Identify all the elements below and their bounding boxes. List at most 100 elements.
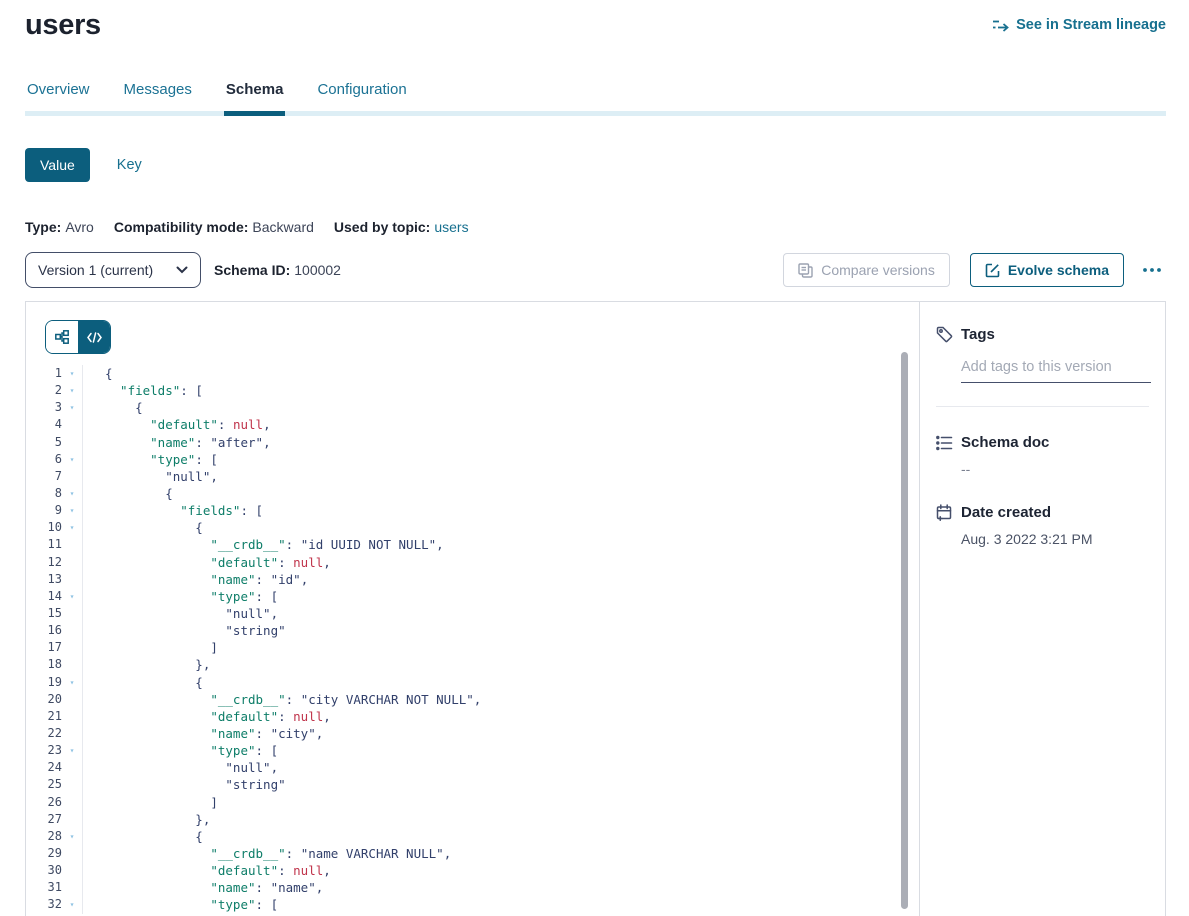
line-number: 13: [26, 571, 62, 588]
line-number: 23: [26, 742, 62, 759]
code-text: "null",: [83, 468, 218, 485]
fold-toggle-icon[interactable]: ▾: [62, 519, 82, 536]
more-options-button[interactable]: [1138, 263, 1166, 277]
compare-versions-button[interactable]: Compare versions: [783, 253, 950, 287]
topic-link[interactable]: users: [434, 219, 468, 235]
copy-icon: [798, 263, 813, 278]
fold-toggle-icon[interactable]: ▾: [62, 485, 82, 502]
schema-panel: 1▾{2▾ "fields": [3▾ {4 "default": null,5…: [25, 301, 1166, 916]
code-text: {: [83, 399, 143, 416]
sidebar-divider: [936, 406, 1149, 407]
fold-spacer: [62, 794, 82, 811]
code-line: 24 "null",: [26, 759, 919, 776]
code-line: 10▾ {: [26, 519, 919, 536]
line-number: 20: [26, 691, 62, 708]
code-text: {: [83, 674, 203, 691]
code-text: "name": "after",: [83, 434, 271, 451]
fold-spacer: [62, 468, 82, 485]
page: users See in Stream lineage Overview Mes…: [0, 0, 1189, 916]
line-number: 18: [26, 656, 62, 673]
code-text: {: [83, 828, 203, 845]
tab-schema[interactable]: Schema: [224, 81, 286, 116]
code-line: 12 "default": null,: [26, 554, 919, 571]
tab-overview[interactable]: Overview: [25, 81, 92, 116]
code-text: "type": [: [83, 742, 278, 759]
code-text: {: [83, 485, 173, 502]
fold-toggle-icon[interactable]: ▾: [62, 674, 82, 691]
fold-toggle-icon[interactable]: ▾: [62, 365, 82, 382]
line-number: 6: [26, 451, 62, 468]
code-text: },: [83, 656, 210, 673]
editor-scrollbar[interactable]: [901, 352, 908, 909]
fold-spacer: [62, 708, 82, 725]
fold-spacer: [62, 776, 82, 793]
fold-toggle-icon[interactable]: ▾: [62, 828, 82, 845]
fold-toggle-icon[interactable]: ▾: [62, 588, 82, 605]
page-title: users: [25, 9, 101, 42]
schema-sidebar: Tags Schema do: [919, 302, 1165, 916]
schema-meta: Type:Avro Compatibility mode:Backward Us…: [25, 219, 1166, 235]
fold-toggle-icon[interactable]: ▾: [62, 399, 82, 416]
version-select[interactable]: Version 1 (current): [25, 252, 201, 288]
fold-toggle-icon[interactable]: ▾: [62, 502, 82, 519]
code-text: "name": "id",: [83, 571, 308, 588]
fold-spacer: [62, 725, 82, 742]
schema-doc-heading: Schema doc: [936, 434, 1149, 451]
code-text: "default": null,: [83, 554, 331, 571]
schema-doc-section: Schema doc --: [936, 434, 1149, 477]
tab-configuration[interactable]: Configuration: [315, 81, 408, 116]
schema-editor: 1▾{2▾ "fields": [3▾ {4 "default": null,5…: [26, 302, 919, 916]
code-line: 30 "default": null,: [26, 862, 919, 879]
fold-toggle-icon[interactable]: ▾: [62, 451, 82, 468]
code-text: "string": [83, 776, 286, 793]
fold-spacer: [62, 845, 82, 862]
tags-input[interactable]: [961, 359, 1151, 383]
key-button[interactable]: Key: [117, 157, 142, 173]
edit-icon: [985, 263, 1000, 278]
date-created-value: Aug. 3 2022 3:21 PM: [961, 531, 1149, 547]
meta-compatibility: Compatibility mode:Backward: [114, 219, 314, 235]
code-line: 5 "name": "after",: [26, 434, 919, 451]
fold-spacer: [62, 434, 82, 451]
code-text: "name": "name",: [83, 879, 323, 896]
code-text: },: [83, 811, 210, 828]
value-button[interactable]: Value: [25, 148, 90, 182]
line-number: 12: [26, 554, 62, 571]
code-line: 27 },: [26, 811, 919, 828]
calendar-plus-icon: [936, 504, 953, 521]
line-number: 3: [26, 399, 62, 416]
tab-messages[interactable]: Messages: [122, 81, 194, 116]
code-line: 21 "default": null,: [26, 708, 919, 725]
line-number: 27: [26, 811, 62, 828]
code-line: 20 "__crdb__": "city VARCHAR NOT NULL",: [26, 691, 919, 708]
line-number: 5: [26, 434, 62, 451]
code-line: 23▾ "type": [: [26, 742, 919, 759]
schema-id: Schema ID:100002: [214, 262, 341, 278]
code-line: 16 "string": [26, 622, 919, 639]
fold-spacer: [62, 639, 82, 656]
stream-lineage-icon: [992, 18, 1009, 32]
evolve-schema-button[interactable]: Evolve schema: [970, 253, 1124, 287]
line-number: 19: [26, 674, 62, 691]
line-number: 7: [26, 468, 62, 485]
fold-toggle-icon[interactable]: ▾: [62, 896, 82, 913]
fold-toggle-icon[interactable]: ▾: [62, 382, 82, 399]
fold-toggle-icon[interactable]: ▾: [62, 742, 82, 759]
editor-toolbar: [26, 302, 919, 354]
tree-view-button[interactable]: [46, 321, 78, 353]
code-text: "type": [: [83, 588, 278, 605]
code-line: 14▾ "type": [: [26, 588, 919, 605]
fold-spacer: [62, 416, 82, 433]
code-line: 3▾ {: [26, 399, 919, 416]
fold-spacer: [62, 811, 82, 828]
value-key-toggle: Value Key: [25, 148, 1166, 182]
line-number: 25: [26, 776, 62, 793]
line-number: 2: [26, 382, 62, 399]
code-text: "default": null,: [83, 708, 331, 725]
code-view-button[interactable]: [78, 321, 110, 353]
code-text: "null",: [83, 759, 278, 776]
line-number: 9: [26, 502, 62, 519]
stream-lineage-link[interactable]: See in Stream lineage: [992, 17, 1166, 33]
code-text: ]: [83, 794, 218, 811]
code-text: {: [83, 519, 203, 536]
